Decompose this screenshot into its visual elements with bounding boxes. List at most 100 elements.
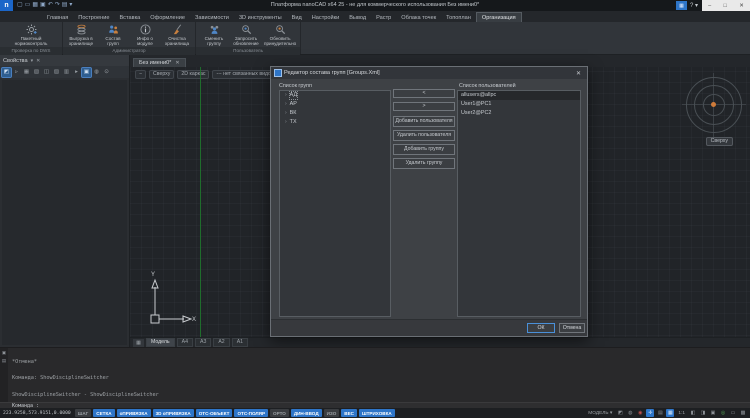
dialog-title-bar[interactable]: Редактор состава групп [Groups.Xml] ✕ [271, 67, 587, 79]
groups-list[interactable]: › АД › АР › ВК › ТХ [279, 90, 391, 317]
annotation-scale-icon[interactable]: ▦ [666, 409, 674, 417]
select-icon[interactable]: ◩ [2, 68, 11, 77]
pick-icon[interactable]: ▹ [12, 68, 21, 77]
help-button[interactable]: ? ▾ [690, 2, 698, 9]
filter-icon[interactable]: ▨ [52, 68, 61, 77]
toggle-polar-tracking[interactable]: ОТС-ПОЛЯР [234, 409, 268, 417]
layout-tab-model[interactable]: Модель [146, 338, 175, 347]
dialog-close-icon[interactable]: ✕ [574, 70, 583, 77]
units-icon[interactable]: ◨ [699, 409, 707, 417]
tab-oblaka-tochek[interactable]: Облака точек [396, 13, 441, 22]
lock-layers-icon[interactable]: ◧ [689, 409, 697, 417]
isolate-objects-icon[interactable]: ▭ [729, 409, 737, 417]
add-group-button[interactable]: Добавить группу [393, 144, 455, 155]
document-tab-close-icon[interactable]: ✕ [175, 60, 179, 66]
viewport-visual-style-control[interactable]: 2D каркас [177, 70, 209, 79]
group-membership-button[interactable]: Состав групп [98, 23, 128, 47]
app-logo[interactable]: n [0, 0, 13, 11]
viewport-view-control[interactable]: Сверху [149, 70, 174, 79]
tab-oformlenie[interactable]: Оформление [145, 13, 190, 22]
arrow-icon[interactable]: ▸ [72, 68, 81, 77]
tab-rastr[interactable]: Растр [371, 13, 396, 22]
crosshair-icon[interactable]: ✛ [646, 409, 654, 417]
change-group-button[interactable]: Сменить группу [199, 23, 229, 47]
tab-nastroyki[interactable]: Настройки [307, 13, 344, 22]
ribbon-grid-icon[interactable]: ▦ [676, 1, 687, 10]
user-list-item[interactable]: allusers@allpc [458, 91, 580, 100]
module-info-button[interactable]: Инфо о модуле [130, 23, 160, 47]
tab-vid[interactable]: Вид [287, 13, 307, 22]
expander-icon[interactable]: › [285, 119, 287, 126]
toggle-3d-osnap[interactable]: 3D оПРИВЯЗКА [153, 409, 194, 417]
toggle-hatch[interactable]: ШТРИХОВКА [359, 409, 395, 417]
upload-to-storage-button[interactable]: Выгрузка в хранилище [66, 23, 96, 47]
move-left-button[interactable]: < [393, 89, 455, 98]
viewport-minimize-control[interactable]: − [135, 70, 146, 79]
toggle-osnap[interactable]: оПРИВЯЗКА [117, 409, 151, 417]
toggle-snap[interactable]: ШАГ [75, 409, 92, 417]
layout-tab-a4[interactable]: А4 [177, 338, 193, 347]
layers-icon[interactable]: ▥ [62, 68, 71, 77]
users-list[interactable]: allusers@allpc User1@PC1 User2@PC2 [457, 90, 581, 317]
layout-list-icon[interactable]: ▦ [133, 339, 144, 347]
save-icon[interactable]: ▦ [32, 0, 38, 11]
fullscreen-icon[interactable]: ▩ [739, 409, 747, 417]
group-list-item[interactable]: › АД [280, 91, 390, 100]
compass-view-label[interactable]: Сверху [706, 137, 733, 146]
force-update-button[interactable]: Обновить принудительно [263, 23, 297, 47]
dropdown-icon[interactable]: ▾ [69, 0, 72, 11]
selection-cycling-icon[interactable]: ◩ [616, 409, 624, 417]
toggle-ortho[interactable]: ОРТО [270, 409, 289, 417]
tab-topoplan[interactable]: Топоплан [441, 13, 476, 22]
move-right-button[interactable]: > [393, 102, 455, 111]
minimize-button[interactable]: – [708, 3, 711, 9]
redo-icon[interactable]: ↷ [55, 0, 60, 11]
print-icon[interactable]: ▤ [62, 0, 68, 11]
user-list-item[interactable]: User2@PC2 [458, 109, 580, 118]
expander-icon[interactable]: › [285, 101, 287, 108]
select-similar-icon[interactable]: ◫ [42, 68, 51, 77]
request-update-button[interactable]: Запросить обновление [231, 23, 261, 47]
layout-tab-a1[interactable]: А1 [232, 338, 248, 347]
open-folder-icon[interactable]: ▭ [25, 0, 31, 11]
clean-storage-button[interactable]: Очистка хранилища [162, 23, 192, 47]
quick-select-icon[interactable]: ▧ [32, 68, 41, 77]
copy-properties-icon[interactable]: ▦ [22, 68, 31, 77]
tab-vstavka[interactable]: Вставка [114, 13, 145, 22]
toggle-dynamic-input[interactable]: ДИН-ВВОД [291, 409, 322, 417]
recording-icon[interactable]: ◉ [636, 409, 644, 417]
annotation-scale-value[interactable]: 1:1 [676, 411, 687, 416]
toggle-iso[interactable]: ИЗО [324, 409, 340, 417]
expander-icon[interactable]: › [285, 92, 287, 99]
user-list-item[interactable]: User1@PC1 [458, 100, 580, 109]
toggle-object-tracking[interactable]: ОТС-ОБЪЕКТ [196, 409, 233, 417]
toggle-grid[interactable]: СЕТКА [93, 409, 114, 417]
command-options-icon[interactable]: ▤ [2, 358, 6, 364]
autohide-pin-icon[interactable]: ▾ [31, 58, 34, 64]
tab-zavisimosti[interactable]: Зависимости [190, 13, 234, 22]
ok-button[interactable]: ОК [527, 323, 555, 333]
model-space-button[interactable]: МОДЕЛЬ ▾ [588, 411, 612, 416]
pin-object-icon[interactable]: ◍ [92, 68, 101, 77]
clean-screen-icon[interactable]: ▣ [709, 409, 717, 417]
grips-icon[interactable]: ◍ [626, 409, 634, 417]
toggle-lineweight[interactable]: ВЕС [341, 409, 357, 417]
new-file-icon[interactable]: ▢ [17, 0, 23, 11]
close-button[interactable]: ✕ [739, 3, 744, 9]
tab-glavnaya[interactable]: Главная [42, 13, 73, 22]
view-compass[interactable] [686, 77, 742, 133]
undo-icon[interactable]: ↶ [48, 0, 53, 11]
group-list-item[interactable]: › ВК [280, 109, 390, 118]
remove-group-button[interactable]: Удалить группу [393, 158, 455, 169]
maximize-button[interactable]: □ [724, 3, 727, 9]
notifications-icon[interactable]: ◎ [719, 409, 727, 417]
tab-postroenie[interactable]: Построение [73, 13, 114, 22]
tab-vyvod[interactable]: Вывод [344, 13, 371, 22]
panel-close-icon[interactable]: ✕ [36, 58, 40, 64]
batch-normcontrol-button[interactable]: Пакетный нормоконтроль [3, 23, 59, 47]
layout-tab-a2[interactable]: А2 [213, 338, 229, 347]
cancel-button[interactable]: Отмена [559, 323, 585, 333]
command-history-icon[interactable]: ▣ [2, 350, 6, 356]
remove-user-button[interactable]: Удалить пользователя [393, 130, 455, 141]
highlight-icon[interactable]: ▣ [82, 68, 91, 77]
